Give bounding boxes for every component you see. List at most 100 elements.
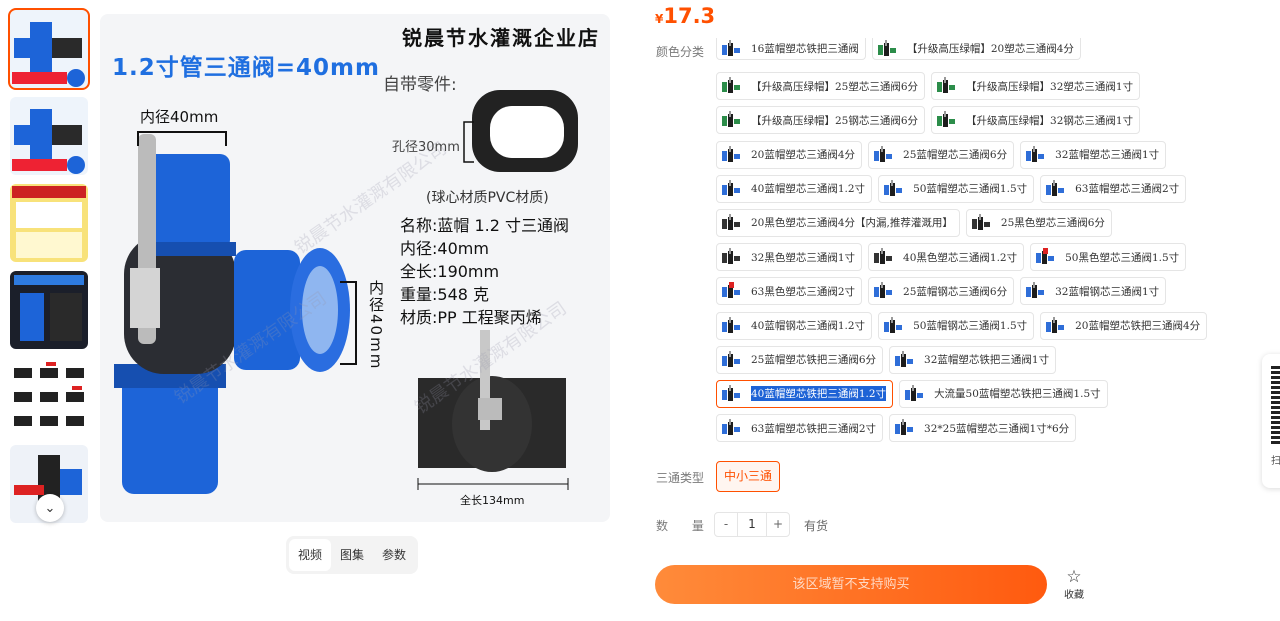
sku-row: 20蓝帽塑芯三通阀4分 25蓝帽塑芯三通阀6分 32蓝帽塑芯三通阀1寸 <box>716 140 1236 169</box>
tab-gallery[interactable]: 图集 <box>331 539 373 571</box>
quantity-decrement-button[interactable]: - <box>715 513 737 536</box>
sku-option[interactable]: 【升级高压绿帽】20塑芯三通阀4分 <box>871 38 1081 60</box>
buy-button[interactable]: 该区域暂不支持购买 <box>655 565 1047 604</box>
spec-line: 全长:190mm <box>400 262 500 281</box>
sku-option[interactable]: 25黑色塑芯三通阀6分 <box>965 208 1112 237</box>
sku-label: 32蓝帽塑芯铁把三通阀1寸 <box>924 354 1050 367</box>
sku-label: 25蓝帽钢芯三通阀6分 <box>903 285 1008 298</box>
valve-thumbnail-icon <box>970 213 992 233</box>
valve-thumbnail-icon <box>872 247 894 267</box>
sku-option[interactable]: 40黑色塑芯三通阀1.2寸 <box>868 243 1025 272</box>
sku-option[interactable]: 63蓝帽塑芯三通阀2寸 <box>1040 174 1187 203</box>
valve-thumbnail-icon <box>872 281 894 301</box>
thumbnail-4[interactable] <box>10 271 88 349</box>
sku-option[interactable]: 16蓝帽塑芯铁把三通阀 <box>716 38 866 60</box>
sku-label: 50蓝帽钢芯三通阀1.5寸 <box>913 320 1028 332</box>
sku-option[interactable]: 40蓝帽塑芯三通阀1.2寸 <box>716 174 873 203</box>
thumbnail-3[interactable] <box>10 184 88 262</box>
price: ¥17.3 <box>655 4 715 28</box>
sku-option[interactable]: 63黑色塑芯三通阀2寸 <box>716 277 863 306</box>
sku-label: 【升级高压绿帽】20塑芯三通阀4分 <box>906 43 1074 55</box>
sku-option[interactable]: 32黑色塑芯三通阀1寸 <box>716 243 863 272</box>
sku-row: 【升级高压绿帽】25钢芯三通阀6分 【升级高压绿帽】32钢芯三通阀1寸 <box>716 106 1236 135</box>
thumbnail-1[interactable] <box>8 8 90 90</box>
valve-thumbnail-icon <box>720 384 742 404</box>
chevron-down-icon[interactable]: ⌄ <box>36 494 64 522</box>
sku-options: 16蓝帽塑芯铁把三通阀 【升级高压绿帽】20塑芯三通阀4分【升级高压绿帽】25塑芯… <box>716 38 1236 448</box>
sku-row: 40蓝帽塑芯三通阀1.2寸 50蓝帽塑芯三通阀1.5寸 63蓝帽塑芯三通阀2寸 <box>716 174 1236 203</box>
sku-option[interactable]: 25蓝帽塑芯三通阀6分 <box>868 140 1015 169</box>
sku-option[interactable]: 50蓝帽钢芯三通阀1.5寸 <box>878 311 1035 340</box>
favorite-label: 收藏 <box>1064 590 1084 601</box>
valve-thumbnail-icon <box>720 110 742 130</box>
sku-label: 63蓝帽塑芯三通阀2寸 <box>1075 183 1180 196</box>
stock-status: 有货 <box>804 519 829 533</box>
qr-code-icon <box>1271 366 1280 444</box>
sku-option[interactable]: 50黑色塑芯三通阀1.5寸 <box>1030 243 1187 272</box>
qr-float-panel[interactable]: 扫 <box>1262 354 1280 488</box>
sku-option[interactable]: 40蓝帽钢芯三通阀1.2寸 <box>716 311 873 340</box>
sku-label: 20蓝帽塑芯三通阀4分 <box>751 149 856 162</box>
sku-label: 25黑色塑芯三通阀6分 <box>1000 217 1105 230</box>
sku-option[interactable]: 20黑色塑芯三通阀4分【内漏,推荐灌溉用】 <box>716 208 960 237</box>
spec-line: 材质:PP 工程聚丙烯 <box>400 308 542 327</box>
sku-option[interactable]: 32蓝帽塑芯铁把三通阀1寸 <box>889 345 1057 374</box>
sku-label: 【升级高压绿帽】32塑芯三通阀1寸 <box>966 80 1134 93</box>
sku-option[interactable]: 大流量50蓝帽塑芯铁把三通阀1.5寸 <box>899 379 1108 408</box>
main-product-image[interactable]: 锐晨节水灌溉有限公司 锐晨节水灌溉有限公司 锐晨节水灌溉有限公司 锐晨节水灌溉企… <box>100 14 610 522</box>
sku-option[interactable]: 【升级高压绿帽】25塑芯三通阀6分 <box>716 72 926 101</box>
valve-thumbnail-icon <box>882 179 904 199</box>
quantity-label: 数 量 <box>656 519 714 533</box>
valve-thumbnail-icon <box>1034 247 1056 267</box>
sku-option[interactable]: 【升级高压绿帽】25钢芯三通阀6分 <box>716 106 926 135</box>
image-subtitle: 自带零件: <box>383 75 457 95</box>
sku-option[interactable]: 20蓝帽塑芯铁把三通阀4分 <box>1040 311 1208 340</box>
sku-row: 63黑色塑芯三通阀2寸 25蓝帽钢芯三通阀6分 32蓝帽钢芯三通阀1寸 <box>716 277 1236 306</box>
sku-option[interactable]: 32*25蓝帽塑芯三通阀1寸*6分 <box>889 414 1077 443</box>
gallery-tabs: 视频 图集 参数 <box>286 536 419 574</box>
sku-option[interactable]: 50蓝帽塑芯三通阀1.5寸 <box>878 174 1035 203</box>
sku-label: 40黑色塑芯三通阀1.2寸 <box>903 251 1018 264</box>
sku-label: 40蓝帽钢芯三通阀1.2寸 <box>751 320 866 332</box>
spec-line: 内径:40mm <box>400 239 489 258</box>
sku-option[interactable]: 63蓝帽塑芯铁把三通阀2寸 <box>716 414 884 443</box>
length-label: 全长134mm <box>460 494 525 507</box>
sku-option[interactable]: 25蓝帽塑芯铁把三通阀6分 <box>716 345 884 374</box>
sku-option[interactable]: 【升级高压绿帽】32塑芯三通阀1寸 <box>931 72 1141 101</box>
thumbnail-5[interactable] <box>10 358 88 436</box>
thumbnail-2[interactable] <box>10 97 88 175</box>
sku-label: 【升级高压绿帽】25钢芯三通阀6分 <box>751 114 919 127</box>
tab-params[interactable]: 参数 <box>373 539 415 571</box>
valve-thumbnail-icon <box>876 39 898 59</box>
quantity-input[interactable]: 1 <box>737 513 767 536</box>
material-note: (球心材质PVC材质) <box>426 190 549 206</box>
inner-diameter-top: 内径40mm <box>140 108 219 126</box>
product-page: ⌄ 锐晨节水灌溉有限公司 锐晨节水灌溉有限公司 锐晨节水灌溉有限公司 锐晨节水灌… <box>0 0 1280 621</box>
sku-option[interactable]: 32蓝帽塑芯三通阀1寸 <box>1020 140 1167 169</box>
valve-thumbnail-icon <box>893 418 915 438</box>
tab-video[interactable]: 视频 <box>289 539 332 571</box>
sku-row: 40蓝帽钢芯三通阀1.2寸 50蓝帽钢芯三通阀1.5寸 20蓝帽塑芯铁把三通阀4分 <box>716 311 1236 340</box>
sku-option[interactable]: 【升级高压绿帽】32钢芯三通阀1寸 <box>931 106 1141 135</box>
sku-option[interactable]: 32蓝帽钢芯三通阀1寸 <box>1020 277 1167 306</box>
sku-row: 16蓝帽塑芯铁把三通阀 【升级高压绿帽】20塑芯三通阀4分 <box>716 38 1236 66</box>
sku-option[interactable]: 20蓝帽塑芯三通阀4分 <box>716 140 863 169</box>
valve-thumbnail-icon <box>720 281 742 301</box>
qr-label: 扫 <box>1271 456 1280 467</box>
sku-row: 25蓝帽塑芯铁把三通阀6分 32蓝帽塑芯铁把三通阀1寸 <box>716 345 1236 374</box>
valve-thumbnail-icon <box>720 316 742 336</box>
sku-option[interactable]: 40蓝帽塑芯铁把三通阀1.2寸 <box>716 379 894 408</box>
sku-option[interactable]: 25蓝帽钢芯三通阀6分 <box>868 277 1015 306</box>
sku-label: 32*25蓝帽塑芯三通阀1寸*6分 <box>924 422 1070 435</box>
valve-thumbnail-icon <box>720 39 742 59</box>
sku-label: 32蓝帽钢芯三通阀1寸 <box>1055 285 1160 298</box>
sku-label: 16蓝帽塑芯铁把三通阀 <box>751 43 859 55</box>
sku-label: 20蓝帽塑芯铁把三通阀4分 <box>1075 320 1201 332</box>
type-label: 三通类型 <box>656 471 705 485</box>
quantity-stepper: - 1 + <box>714 512 790 537</box>
quantity-increment-button[interactable]: + <box>767 513 789 536</box>
type-option[interactable]: 中小三通 <box>716 461 781 492</box>
valve-thumbnail-icon <box>720 179 742 199</box>
favorite-button[interactable]: ☆ 收藏 <box>1062 568 1086 601</box>
valve-thumbnail-icon <box>1024 281 1046 301</box>
